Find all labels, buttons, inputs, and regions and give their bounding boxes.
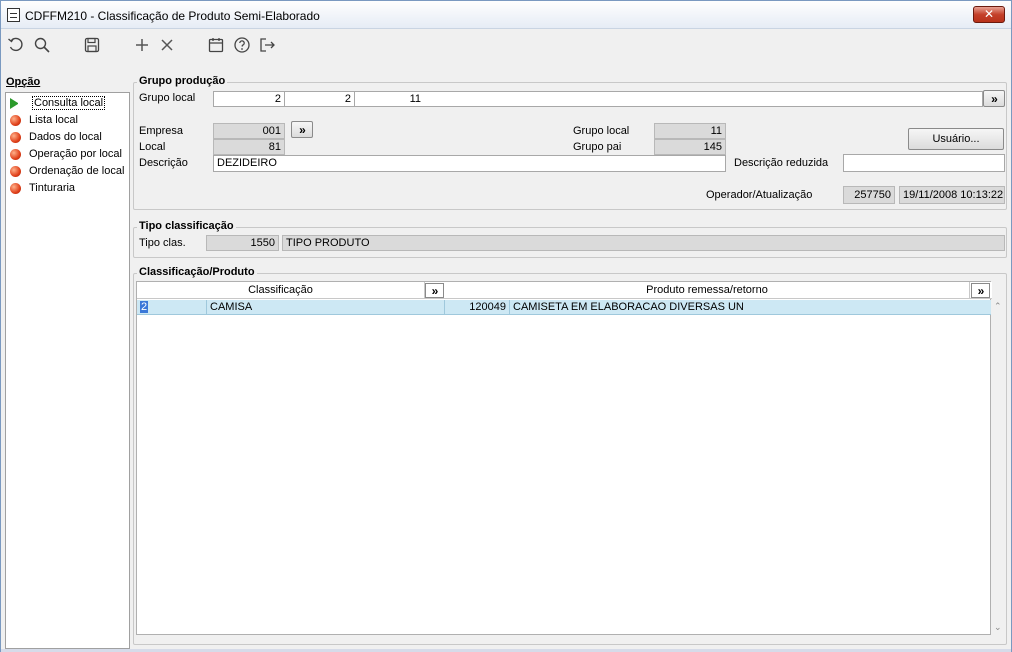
sidebar-option-list: Consulta local Lista local Dados do loca… [5,92,130,649]
classificacao-lookup-button[interactable]: » [425,283,444,298]
grupo-local-right-label: Grupo local [573,125,630,137]
bullet-icon [10,182,21,194]
column-header-produto[interactable]: Produto remessa/retorno [445,282,970,299]
empresa-field: 001 [213,123,285,139]
tipo-clas-desc-field: TIPO PRODUTO [282,235,1005,251]
descricao-label: Descrição [139,157,188,169]
save-icon[interactable] [82,35,102,55]
search-icon[interactable] [32,35,52,55]
sidebar-item-operacao-local[interactable]: Operação por local [10,146,128,162]
empresa-label: Empresa [139,125,184,137]
undo-icon[interactable] [6,35,26,55]
grupo-producao-title: Grupo produção [137,75,228,87]
grupo-pai-label: Grupo pai [573,141,622,153]
title-bar: CDFFM210 - Classificação de Produto Semi… [1,1,1011,29]
table-row[interactable]: 2 CAMISA 120049 CAMISETA EM ELABORACAO D… [137,300,992,315]
descricao-reduzida-label: Descrição reduzida [734,157,829,169]
grupo-local-field-2[interactable]: 2 [284,91,355,107]
local-field: 81 [213,139,285,155]
tipo-clas-label: Tipo clas. [139,237,186,249]
grupo-local-field-1[interactable]: 2 [213,91,285,107]
row-code-cell[interactable]: 2 [137,300,207,315]
tipo-clas-code-field: 1550 [206,235,279,251]
bullet-icon [10,165,21,177]
bullet-icon [10,131,21,143]
row-classificacao-cell[interactable]: CAMISA [207,300,445,315]
classificacao-produto-title: Classificação/Produto [137,266,257,278]
local-label: Local [139,141,166,153]
delete-icon[interactable] [157,35,177,55]
scroll-down-icon[interactable]: ⌄ [994,622,1002,633]
row-produto-desc-cell[interactable]: CAMISETA EM ELABORACAO DIVERSAS UN [510,300,992,315]
descricao-reduzida-field[interactable] [843,154,1005,172]
grupo-local-lookup-button[interactable]: » [983,90,1005,107]
atualizacao-field: 19/11/2008 10:13:22 [899,186,1005,204]
classificacao-produto-grid: Classificação » Produto remessa/retorno … [136,281,992,635]
empresa-lookup-button[interactable]: » [291,121,313,138]
tipo-classificacao-title: Tipo classificação [137,220,236,232]
calendar-icon[interactable] [206,35,226,55]
row-produto-code-cell[interactable]: 120049 [445,300,510,315]
produto-lookup-button[interactable]: » [971,283,990,298]
toolbar [1,30,1011,62]
scroll-up-icon[interactable]: ⌃ [994,301,1002,312]
grupo-local-field-3[interactable]: 11 [354,91,425,107]
grupo-local-description [424,91,983,107]
operador-atualizacao-label: Operador/Atualização [706,189,813,201]
grupo-local-label: Grupo local [139,92,196,104]
close-button[interactable]: ✕ [973,6,1005,23]
grupo-local-right-field: 11 [654,123,726,139]
grid-vertical-scrollbar[interactable]: ⌃ ⌄ [991,299,1005,635]
sidebar-title: Opção [6,76,41,88]
window-title: CDFFM210 - Classificação de Produto Semi… [25,9,320,23]
grid-header: Classificação » Produto remessa/retorno … [137,282,992,299]
sidebar-item-lista-local[interactable]: Lista local [10,112,128,128]
document-icon [7,8,20,22]
sidebar-item-consulta-local[interactable]: Consulta local [10,95,128,111]
add-icon[interactable] [132,35,152,55]
bullet-icon [10,148,21,160]
column-header-classificacao[interactable]: Classificação [137,282,425,299]
main-window: CDFFM210 - Classificação de Produto Semi… [0,0,1012,652]
help-icon[interactable] [232,35,252,55]
exit-icon[interactable] [257,35,277,55]
sidebar-item-ordenacao-local[interactable]: Ordenação de local [10,163,128,179]
arrow-right-icon [10,97,21,109]
bullet-icon [10,114,21,126]
sidebar-item-dados-local[interactable]: Dados do local [10,129,128,145]
descricao-field[interactable]: DEZIDEIRO [213,155,726,172]
grupo-pai-field: 145 [654,139,726,155]
usuario-button[interactable]: Usuário... [908,128,1004,150]
operador-field: 257750 [843,186,895,204]
sidebar-item-tinturaria[interactable]: Tinturaria [10,180,128,196]
